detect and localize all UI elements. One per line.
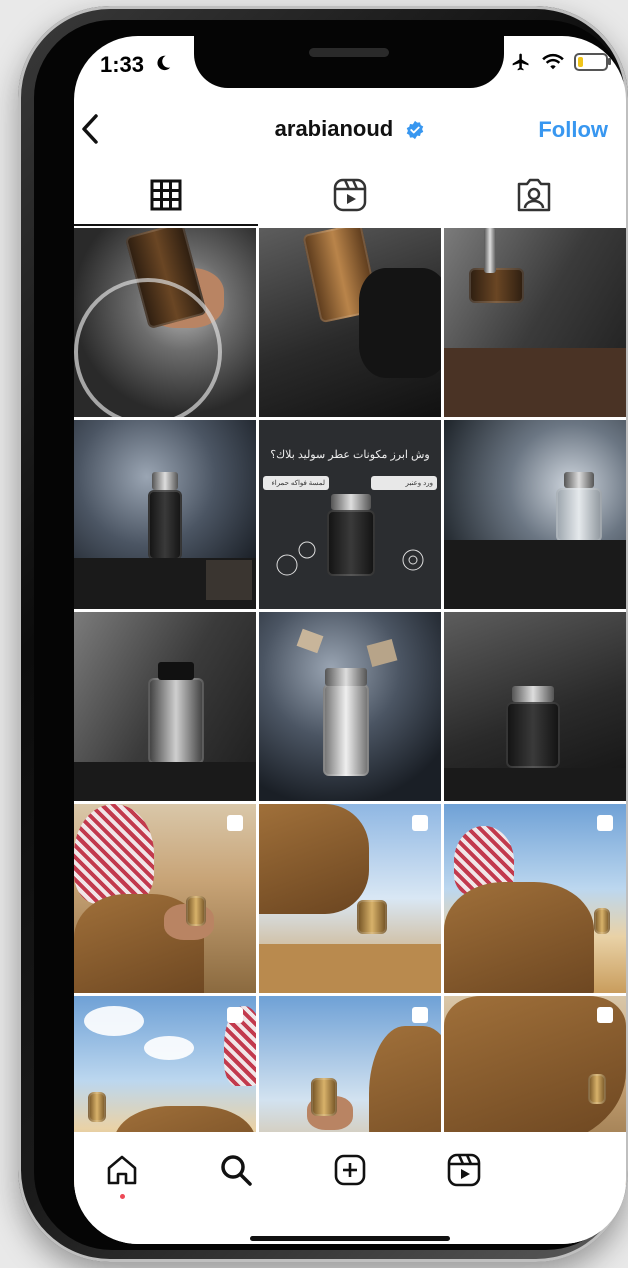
pedestal xyxy=(444,540,626,609)
wifi-icon xyxy=(542,53,564,70)
sleeve xyxy=(359,268,441,378)
post-arabic-title: وش ابرز مكونات عطر سوليد بلاك؟ xyxy=(270,449,430,461)
airplane-icon xyxy=(512,53,529,71)
nav-search[interactable] xyxy=(216,1150,256,1190)
perfume-bottle xyxy=(357,900,387,934)
multiple-posts-icon xyxy=(227,815,243,831)
grid-icon xyxy=(150,179,182,211)
headscarf xyxy=(74,804,154,904)
grid-post[interactable] xyxy=(444,804,626,993)
tab-tagged[interactable] xyxy=(442,164,626,226)
sand-dune xyxy=(259,944,441,993)
grid-post[interactable] xyxy=(259,612,441,801)
perfume-bottle xyxy=(506,702,560,768)
home-indicator[interactable] xyxy=(250,1236,450,1241)
post-label-left: لمسة فواكه حمراء xyxy=(263,476,329,490)
mirror xyxy=(74,278,222,417)
multiple-posts-icon xyxy=(412,1007,428,1023)
follow-button[interactable]: Follow xyxy=(538,117,608,143)
status-icons xyxy=(510,52,611,72)
nav-reels[interactable] xyxy=(444,1150,484,1190)
grid-post[interactable] xyxy=(74,420,256,609)
profile-tabs xyxy=(74,164,626,228)
perfume-bottle xyxy=(327,510,375,576)
perfume-bottle xyxy=(469,268,524,303)
perfume-bottle xyxy=(148,678,204,764)
grid-post[interactable] xyxy=(74,228,256,417)
post-label-right: ورد وعنبر xyxy=(371,476,437,490)
post-grid: وش ابرز مكونات عطر سوليد بلاك؟ لمسة فواك… xyxy=(74,228,626,1185)
battery-fill xyxy=(578,57,583,67)
verified-badge-icon xyxy=(407,121,424,140)
moon-icon xyxy=(157,55,171,71)
perfume-bottle xyxy=(588,1074,606,1104)
perfume-bottle xyxy=(148,490,182,560)
status-time: 1:33 xyxy=(100,52,145,77)
bottle-cap xyxy=(325,668,367,686)
perfume-bottle xyxy=(594,908,610,934)
cloud xyxy=(84,1006,144,1036)
bottle-cap xyxy=(152,472,178,490)
floating-stone xyxy=(366,639,398,667)
perfume-bottle xyxy=(311,1078,337,1116)
create-post-icon xyxy=(334,1154,366,1186)
perfume-bottle xyxy=(556,488,602,542)
pedestal xyxy=(74,762,256,801)
grid-post[interactable] xyxy=(444,228,626,417)
fruit-sketch-icon xyxy=(276,541,316,576)
multiple-posts-icon xyxy=(597,815,613,831)
nav-home[interactable] xyxy=(102,1150,142,1190)
home-icon xyxy=(107,1155,137,1185)
grid-post[interactable] xyxy=(444,612,626,801)
grid-post[interactable] xyxy=(74,612,256,801)
bottle-cap xyxy=(331,494,371,510)
tab-reels[interactable] xyxy=(258,164,442,226)
bottom-nav xyxy=(74,1132,626,1244)
reels-icon xyxy=(447,1153,481,1187)
notch xyxy=(194,36,504,88)
speaker xyxy=(309,48,389,57)
battery-icon xyxy=(574,53,611,71)
grid-post[interactable] xyxy=(444,420,626,609)
search-icon xyxy=(221,1155,252,1186)
robe xyxy=(444,882,594,993)
bottle-cap xyxy=(512,686,554,702)
cloud xyxy=(144,1036,194,1060)
perfume-bottle xyxy=(88,1092,106,1122)
pedestal xyxy=(444,768,626,801)
multiple-posts-icon xyxy=(597,1007,613,1023)
nav-create[interactable] xyxy=(330,1150,370,1190)
atomizer xyxy=(484,228,496,273)
profile-username: arabianoud xyxy=(274,116,394,141)
sleeve xyxy=(259,804,369,914)
grid-post[interactable]: وش ابرز مكونات عطر سوليد بلاك؟ لمسة فواك… xyxy=(259,420,441,609)
stone xyxy=(206,560,252,600)
grid-post[interactable] xyxy=(74,804,256,993)
grid-post[interactable] xyxy=(259,228,441,417)
flower-sketch-icon xyxy=(402,549,424,571)
tagged-icon xyxy=(517,178,551,212)
reels-icon xyxy=(333,178,367,212)
phone-screen: 1:33 arabianoud Follow وش ابرز مكونات عط… xyxy=(74,36,626,1244)
multiple-posts-icon xyxy=(227,1007,243,1023)
multiple-posts-icon xyxy=(412,815,428,831)
floating-stone xyxy=(296,628,324,654)
notification-dot xyxy=(120,1194,125,1199)
perfume-bottle xyxy=(186,896,206,926)
grid-post[interactable] xyxy=(259,804,441,993)
table xyxy=(444,348,626,417)
profile-header: arabianoud Follow xyxy=(74,106,626,152)
bottle-cap xyxy=(564,472,594,488)
perfume-bottle xyxy=(323,684,369,776)
phone-frame: 1:33 arabianoud Follow وش ابرز مكونات عط… xyxy=(18,6,628,1262)
bottle-cap xyxy=(158,662,194,680)
tab-grid[interactable] xyxy=(74,164,258,226)
